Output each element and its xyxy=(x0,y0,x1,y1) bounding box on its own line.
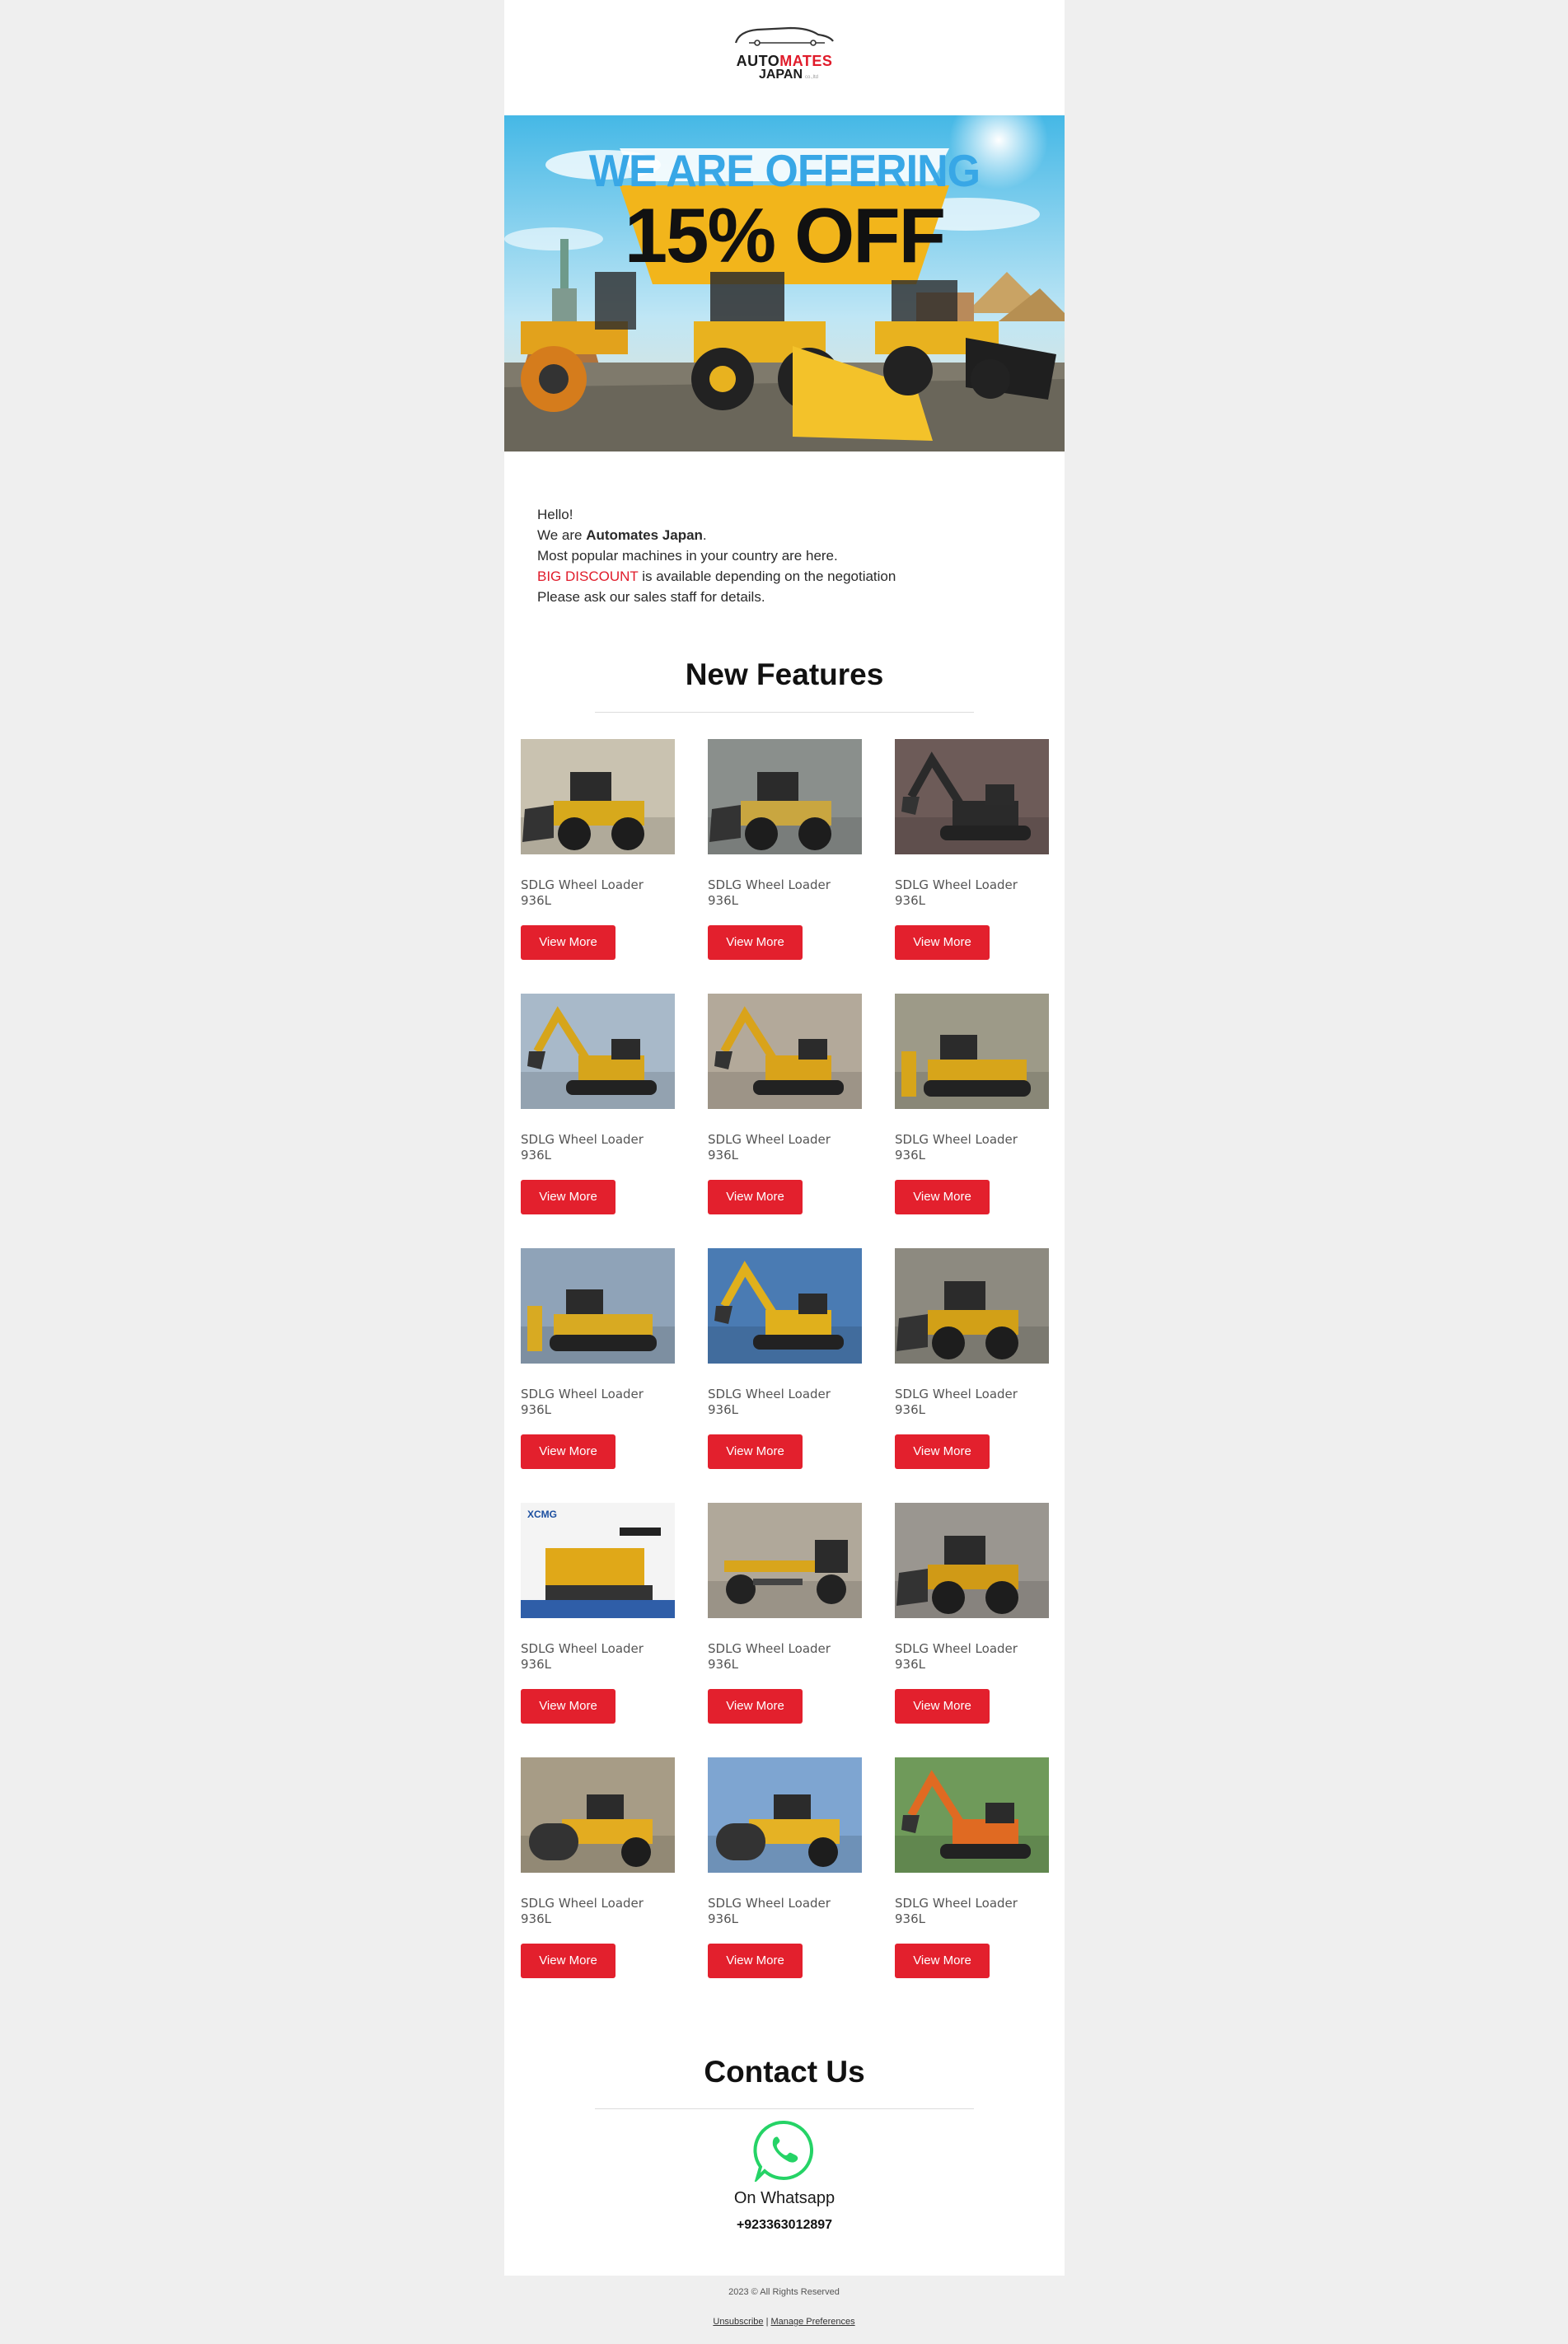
product-card: SDLG Wheel Loader 936L View More xyxy=(895,1248,1049,1471)
product-title: SDLG Wheel Loader 936L xyxy=(521,1132,644,1163)
view-more-button[interactable]: View More xyxy=(708,1944,803,1978)
contact-title: Contact Us xyxy=(704,2055,865,2089)
product-title: SDLG Wheel Loader 936L xyxy=(708,1387,831,1417)
product-image[interactable] xyxy=(895,1757,1049,1873)
product-card: SDLG Wheel Loader 936L View More xyxy=(895,739,1049,961)
manage-preferences-link[interactable]: Manage Preferences xyxy=(771,2317,855,2327)
product-title: SDLG Wheel Loader 936L xyxy=(895,1896,1018,1926)
view-more-button[interactable]: View More xyxy=(708,1180,803,1214)
features-title: New Features xyxy=(685,657,884,691)
view-more-button[interactable]: View More xyxy=(521,1944,615,1978)
product-card: SDLG Wheel Loader 936L View More xyxy=(895,994,1049,1216)
company-line: We are Automates Japan. xyxy=(537,527,707,543)
view-more-button[interactable]: View More xyxy=(708,1434,803,1469)
unsubscribe-link[interactable]: Unsubscribe xyxy=(713,2317,763,2327)
hero-banner[interactable]: WE ARE OFFERING 15% OFF xyxy=(504,115,1065,451)
product-title: SDLG Wheel Loader 936L xyxy=(895,1641,1018,1672)
greeting: Hello! xyxy=(537,507,573,522)
product-title: SDLG Wheel Loader 936L xyxy=(708,1641,831,1672)
contact-divider xyxy=(595,2108,974,2109)
product-image[interactable] xyxy=(708,1248,862,1364)
product-image[interactable] xyxy=(521,739,675,854)
view-more-button[interactable]: View More xyxy=(895,1434,990,1469)
product-title: SDLG Wheel Loader 936L xyxy=(521,1641,644,1672)
view-more-button[interactable]: View More xyxy=(521,1434,615,1469)
svg-text:XCMG: XCMG xyxy=(527,1509,557,1520)
product-title: SDLG Wheel Loader 936L xyxy=(895,1132,1018,1163)
product-image[interactable] xyxy=(521,994,675,1109)
product-title: SDLG Wheel Loader 936L xyxy=(521,877,644,908)
discount-highlight: BIG DISCOUNT xyxy=(537,568,639,584)
product-card: XCMG SDLG Wheel Loader 936L View More xyxy=(521,1503,675,1725)
view-more-button[interactable]: View More xyxy=(521,925,615,960)
product-card: SDLG Wheel Loader 936L View More xyxy=(708,1248,862,1471)
hero-headline-discount: 15% OFF xyxy=(624,192,946,278)
product-title: SDLG Wheel Loader 936L xyxy=(708,877,831,908)
whatsapp-label: On Whatsapp xyxy=(733,2189,835,2207)
intro-text: Hello! We are Automates Japan. Most popu… xyxy=(537,504,1032,607)
product-image[interactable] xyxy=(895,1503,1049,1618)
logo-subtitle: JAPAN co.,ltd xyxy=(758,68,819,82)
company-name: Automates Japan xyxy=(586,527,703,543)
product-title: SDLG Wheel Loader 936L xyxy=(521,1896,644,1926)
popular-line: Most popular machines in your country ar… xyxy=(537,548,838,564)
product-card: SDLG Wheel Loader 936L View More xyxy=(521,1248,675,1471)
product-image[interactable]: XCMG xyxy=(521,1503,675,1618)
product-title: SDLG Wheel Loader 936L xyxy=(708,1896,831,1926)
product-image[interactable] xyxy=(895,1248,1049,1364)
product-image[interactable] xyxy=(521,1757,675,1873)
product-title: SDLG Wheel Loader 936L xyxy=(895,877,1018,908)
view-more-button[interactable]: View More xyxy=(895,925,990,960)
product-card: SDLG Wheel Loader 936L View More xyxy=(708,739,862,961)
view-more-button[interactable]: View More xyxy=(521,1180,615,1214)
footer-links: Unsubscribe | Manage Preferences xyxy=(713,2317,855,2327)
whatsapp-icon[interactable] xyxy=(753,2119,816,2182)
product-card: SDLG Wheel Loader 936L View More xyxy=(708,994,862,1216)
discount-line: BIG DISCOUNT is available depending on t… xyxy=(537,568,896,584)
product-card: SDLG Wheel Loader 936L View More xyxy=(895,1503,1049,1725)
whatsapp-phone[interactable]: +923363012897 xyxy=(504,2218,1065,2233)
email-container: AUTOMATES JAPAN co.,ltd WE ARE OFFERING … xyxy=(504,0,1065,2276)
features-divider xyxy=(595,712,974,713)
product-image[interactable] xyxy=(521,1248,675,1364)
product-image[interactable] xyxy=(708,1757,862,1873)
view-more-button[interactable]: View More xyxy=(708,925,803,960)
contact-staff-line: Please ask our sales staff for details. xyxy=(537,589,765,605)
product-image[interactable] xyxy=(708,1503,862,1618)
car-logo-icon xyxy=(734,26,834,46)
product-card: SDLG Wheel Loader 936L View More xyxy=(521,1757,675,1980)
product-title: SDLG Wheel Loader 936L xyxy=(895,1387,1018,1417)
product-image[interactable] xyxy=(708,994,862,1109)
product-card: SDLG Wheel Loader 936L View More xyxy=(895,1757,1049,1980)
product-image[interactable] xyxy=(895,994,1049,1109)
product-card: SDLG Wheel Loader 936L View More xyxy=(708,1757,862,1980)
product-title: SDLG Wheel Loader 936L xyxy=(521,1387,644,1417)
product-image[interactable] xyxy=(895,739,1049,854)
brand-logo[interactable]: AUTOMATES JAPAN co.,ltd xyxy=(504,18,1065,94)
product-image[interactable] xyxy=(708,739,862,854)
view-more-button[interactable]: View More xyxy=(895,1944,990,1978)
view-more-button[interactable]: View More xyxy=(521,1689,615,1724)
view-more-button[interactable]: View More xyxy=(708,1689,803,1724)
view-more-button[interactable]: View More xyxy=(895,1180,990,1214)
hero-headline-top: WE ARE OFFERING xyxy=(588,146,981,197)
product-card: SDLG Wheel Loader 936L View More xyxy=(521,994,675,1216)
product-card: SDLG Wheel Loader 936L View More xyxy=(521,739,675,961)
product-card: SDLG Wheel Loader 936L View More xyxy=(708,1503,862,1725)
footer-copyright: 2023 © All Rights Reserved xyxy=(728,2287,840,2297)
product-title: SDLG Wheel Loader 936L xyxy=(708,1132,831,1163)
view-more-button[interactable]: View More xyxy=(895,1689,990,1724)
